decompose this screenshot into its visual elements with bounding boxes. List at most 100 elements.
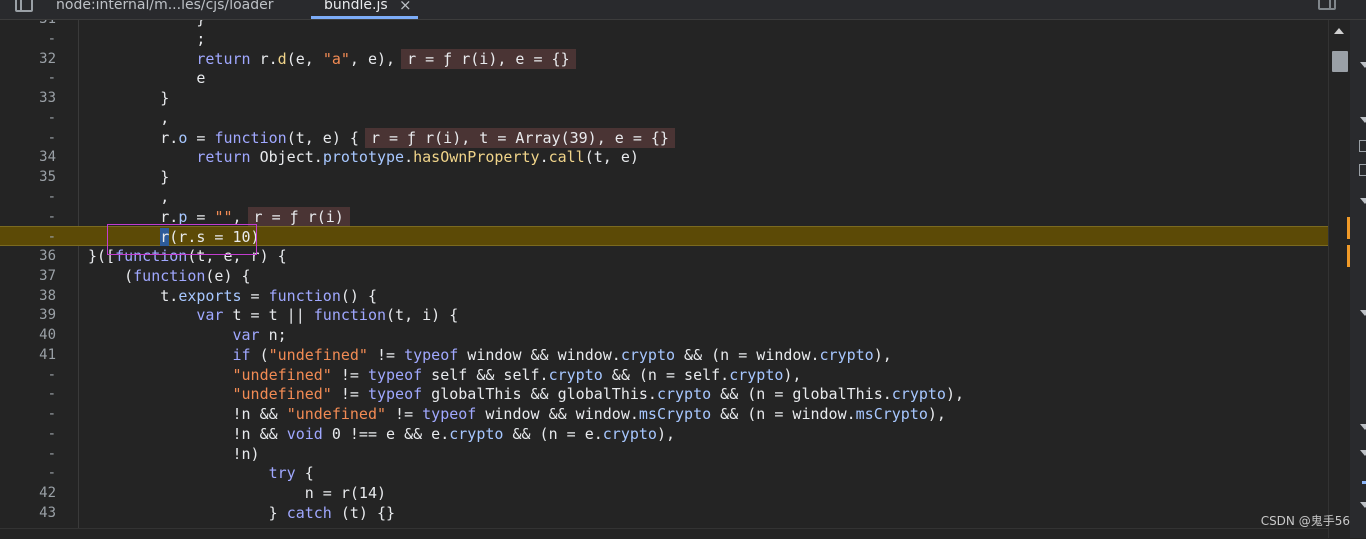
code-token: && (n = window. [711,405,856,423]
code-token: typeof [367,365,423,384]
line-number[interactable]: - [0,384,56,404]
line-number[interactable]: - [0,463,56,483]
line-number[interactable]: 43 [0,503,56,523]
inline-variable-value: r = ƒ r(i), t = Array(39), e = {} [364,127,675,148]
checkbox[interactable] [1359,140,1366,152]
code-line[interactable]: - , [0,108,1328,128]
code-token: = [187,128,215,147]
code-token: window && window. [458,345,621,364]
code-token: = [187,207,215,226]
code-line[interactable]: 38 t.exports = function() { [0,286,1328,306]
code-line[interactable]: - try { [0,463,1328,483]
line-number[interactable]: - [0,29,56,49]
line-number[interactable]: 41 [0,345,56,365]
line-number[interactable]: 37 [0,266,56,286]
line-number[interactable]: - [0,128,56,148]
scroll-thumb[interactable] [1332,51,1348,72]
code-token: e [88,69,206,88]
line-number[interactable]: 40 [0,325,56,345]
vertical-scrollbar[interactable] [1328,20,1351,538]
scroll-up-icon[interactable] [1334,28,1344,34]
code-text: try { [88,463,314,483]
chevron-down-icon[interactable] [1360,310,1366,316]
code-line[interactable]: - r.p = "", r = ƒ r(i) [0,206,1328,227]
close-icon[interactable]: × [399,0,412,15]
code-line[interactable]: - !n && void 0 !== e && e.crypto && (n =… [0,424,1328,444]
line-number[interactable]: 42 [0,483,56,503]
line-number[interactable]: 38 [0,286,56,306]
code-line[interactable]: - "undefined" != typeof self && self.cry… [0,365,1328,385]
chevron-down-icon[interactable] [1360,424,1366,430]
chevron-down-icon[interactable] [1360,502,1366,508]
code-token: p [178,207,188,226]
line-number[interactable]: - [0,227,56,247]
code-line[interactable]: 33 } [0,88,1328,108]
line-number[interactable]: - [0,68,56,88]
code-token: "undefined" [232,365,332,384]
code-line[interactable]: 41 if ("undefined" != typeof window && w… [0,345,1328,365]
chevron-down-icon[interactable] [1360,62,1366,68]
code-line[interactable]: - ; [0,29,1328,49]
line-number[interactable]: 36 [0,246,56,266]
checkbox[interactable] [1359,164,1366,176]
line-number[interactable]: - [0,187,56,207]
code-line[interactable]: 43 } catch (t) {} [0,503,1328,523]
line-number[interactable]: - [0,404,56,424]
code-token: , [88,187,170,206]
line-number[interactable]: 32 [0,49,56,69]
code-token: window && window. [476,405,639,423]
code-line[interactable]: 36 }([function(t, e, r) { [0,246,1328,266]
tab-loader[interactable]: node:internal/m...les/cjs/loader [56,0,273,19]
code-line[interactable]: 32 return r.d(e, "a", e), r = ƒ r(i), e =… [0,48,1328,69]
code-token: != [367,345,405,364]
line-number[interactable]: - [0,207,56,227]
code-token: ), [656,424,676,443]
code-token: n; [259,326,287,344]
line-number[interactable]: 31 [0,20,56,29]
line-number[interactable]: - [0,108,56,128]
code-line[interactable]: - !n && "undefined" != typeof window && … [0,404,1328,424]
chevron-down-icon[interactable] [1360,450,1366,456]
line-number[interactable]: - [0,424,56,444]
code-line[interactable]: 37 (function(e) { [0,266,1328,286]
code-line[interactable]: 35 } [0,167,1328,187]
code-line[interactable]: 34 return Object.prototype.hasOwnPropert… [0,147,1328,167]
code-text: r(r.s = 10) [88,227,260,247]
code-token: var [196,306,224,325]
code-token: ; [88,29,206,48]
navigator-toggle-icon[interactable] [15,0,33,12]
code-line[interactable]: - !n) [0,444,1328,464]
code-token: try [268,464,296,483]
line-number[interactable]: - [0,444,56,464]
line-number[interactable]: - [0,365,56,385]
chevron-down-icon[interactable] [1360,198,1366,204]
code-line[interactable]: - e [0,68,1328,88]
horizontal-scrollbar[interactable] [0,528,1328,539]
code-token: } [88,503,287,522]
code-token: && (n = globalThis. [711,385,892,404]
execution-line[interactable]: - r(r.s = 10) [0,226,1328,247]
code-token: { [295,464,314,483]
line-number[interactable]: 35 [0,167,56,187]
dock-side-icon[interactable] [1318,0,1336,10]
code-line[interactable]: 42 n = r(14) [0,483,1328,503]
code-text: }([function(t, e, r) { [88,246,287,266]
code-line[interactable]: 31 } [0,20,1328,29]
code-token: && (n = window. [675,345,820,364]
code-line[interactable]: - , [0,187,1328,207]
line-number[interactable]: 33 [0,88,56,108]
active-tab-indicator [311,16,418,19]
code-line[interactable]: 40 var n; [0,325,1328,345]
line-number[interactable]: 34 [0,147,56,167]
code-text: var n; [88,325,287,345]
code-editor[interactable]: 31 }- ;32 return r.d(e, "a", e),r = ƒ r(… [0,20,1328,528]
code-token: crypto [602,424,657,443]
code-line[interactable]: 39 var t = t || function(t, i) { [0,305,1328,325]
chevron-down-icon[interactable] [1360,117,1366,123]
code-line[interactable]: - r.o = function(t, e) {r = ƒ r(i), t = … [0,127,1328,148]
line-number[interactable]: 39 [0,305,56,325]
code-line[interactable]: - "undefined" != typeof globalThis && gl… [0,384,1328,404]
code-text: (function(e) { [88,266,250,286]
